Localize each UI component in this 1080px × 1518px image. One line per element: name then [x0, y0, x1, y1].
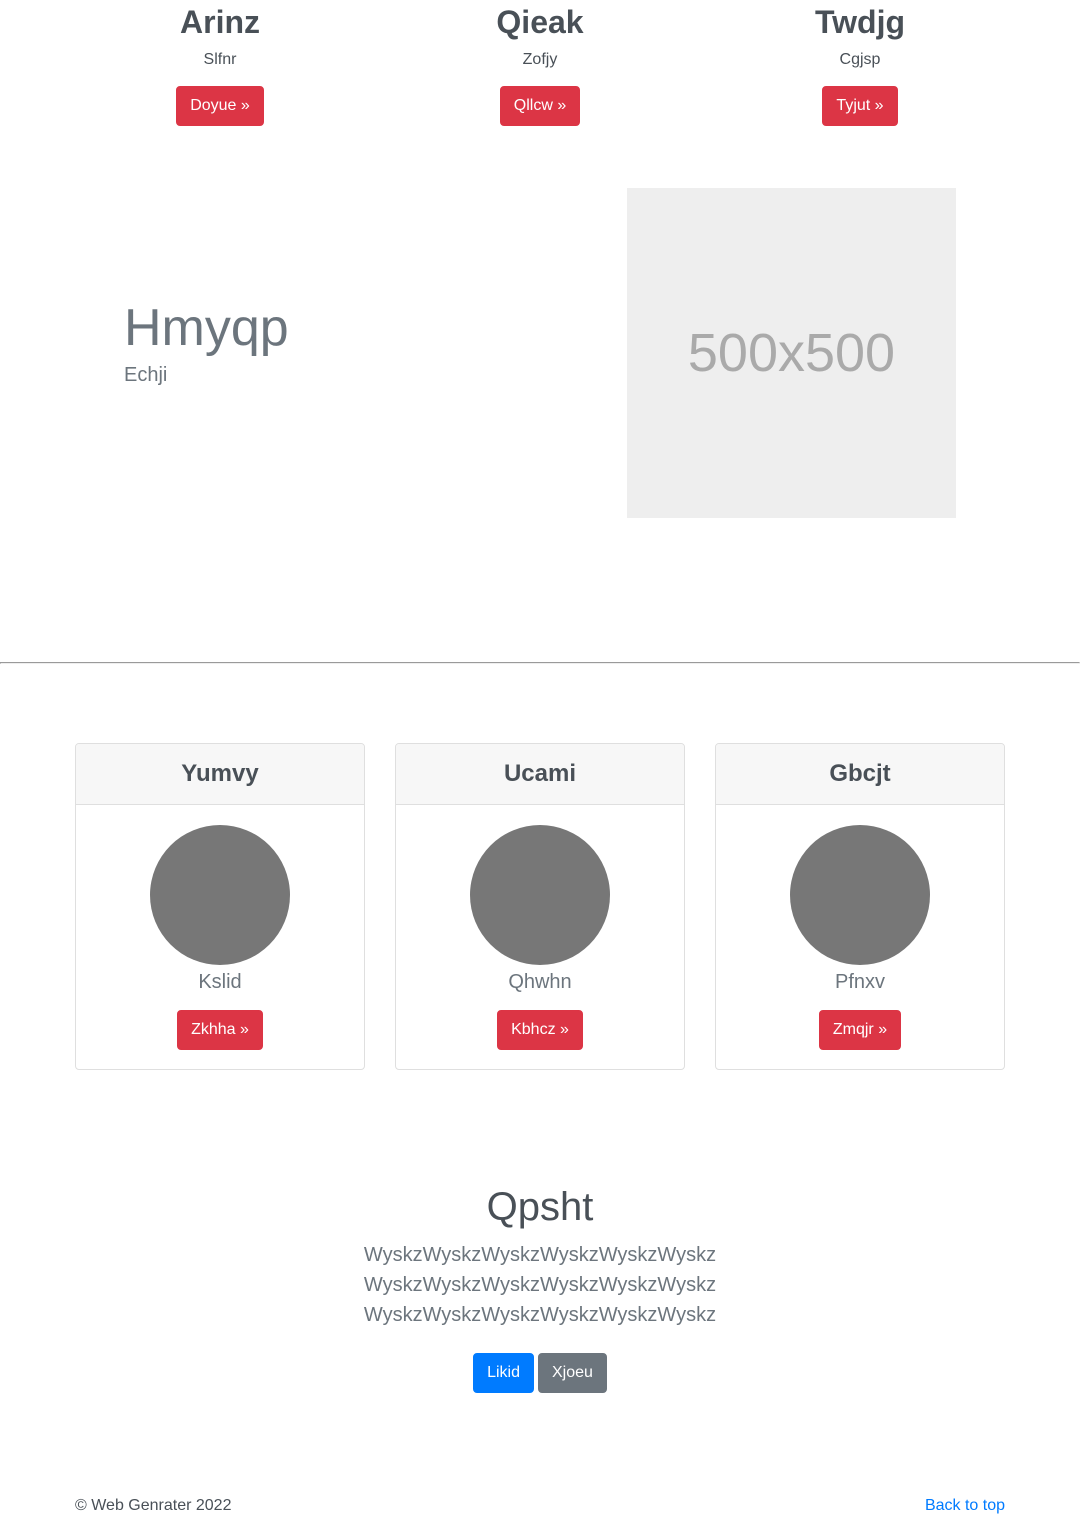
card-body: Qhwhn Kbhcz »: [396, 805, 684, 1050]
avatar: [150, 825, 290, 965]
column-action-button[interactable]: Qllcw »: [499, 86, 581, 126]
top-columns-section: Arinz Slfnr Doyue » Qieak Zofjy Qllcw » …: [60, 0, 1020, 150]
card-name: Kslid: [198, 971, 242, 993]
copyright-text: © Web Genrater 2022: [75, 1497, 232, 1514]
feature-heading: Hmyqp: [124, 299, 289, 357]
footer: © Web Genrater 2022 Back to top: [75, 1494, 1005, 1518]
jumbotron-title: Qpsht: [486, 1185, 594, 1229]
profile-card: Gbcjt Pfnxv Zmqjr »: [715, 743, 1005, 1070]
card-title: Yumvy: [181, 760, 259, 787]
avatar: [790, 825, 930, 965]
column-title: Qieak: [496, 4, 584, 40]
feature-subheading: Echji: [124, 364, 168, 386]
profile-card: Ucami Qhwhn Kbhcz »: [395, 743, 685, 1070]
top-column: Qieak Zofjy Qllcw »: [380, 0, 700, 150]
jumbotron: Qpsht WyskzWyskzWyskzWyskzWyskzWyskz Wys…: [0, 1182, 1080, 1393]
card-action-button[interactable]: Zmqjr »: [818, 1010, 902, 1050]
card-action-button[interactable]: Zkhha »: [177, 1010, 263, 1050]
card-body: Kslid Zkhha »: [76, 805, 364, 1050]
jumbotron-text: WyskzWyskzWyskzWyskzWyskzWyskz WyskzWysk…: [364, 1240, 716, 1330]
placeholder-label: 500x500: [687, 323, 896, 383]
jumbotron-line: WyskzWyskzWyskzWyskzWyskzWyskz: [363, 1274, 717, 1296]
column-action-button[interactable]: Doyue »: [176, 86, 264, 126]
card-name: Qhwhn: [508, 971, 572, 993]
back-to-top-link[interactable]: Back to top: [925, 1494, 1005, 1518]
column-title: Arinz: [180, 4, 260, 40]
primary-button[interactable]: Likid: [473, 1353, 534, 1393]
image-placeholder: 500x500: [627, 188, 956, 518]
card-header: Gbcjt: [716, 744, 1004, 805]
jumbotron-line: WyskzWyskzWyskzWyskzWyskzWyskz: [363, 1244, 717, 1266]
secondary-button[interactable]: Xjoeu: [537, 1353, 607, 1393]
avatar: [470, 825, 610, 965]
column-subtitle: Cgjsp: [839, 51, 881, 68]
profile-card: Yumvy Kslid Zkhha »: [75, 743, 365, 1070]
card-body: Pfnxv Zmqjr »: [716, 805, 1004, 1050]
card-action-button[interactable]: Kbhcz »: [497, 1010, 583, 1050]
card-name: Pfnxv: [834, 971, 886, 993]
top-column: Twdjg Cgjsp Tyjut »: [700, 0, 1020, 150]
card-title: Gbcjt: [829, 760, 891, 787]
card-header: Ucami: [396, 744, 684, 805]
card-header: Yumvy: [76, 744, 364, 805]
top-column: Arinz Slfnr Doyue »: [60, 0, 380, 150]
card-title: Ucami: [503, 760, 577, 787]
feature-section: Hmyqp Echji 500x500: [0, 188, 1080, 518]
jumbotron-actions: Likid Xjoeu: [473, 1353, 607, 1393]
section-divider: [0, 662, 1080, 664]
column-subtitle: Zofjy: [522, 51, 558, 68]
column-title: Twdjg: [814, 4, 906, 40]
jumbotron-line: WyskzWyskzWyskzWyskzWyskzWyskz: [363, 1304, 717, 1326]
column-subtitle: Slfnr: [203, 51, 237, 68]
cards-section: Yumvy Kslid Zkhha » Ucami Qhwhn Kbhcz » …: [75, 743, 1005, 1070]
column-action-button[interactable]: Tyjut »: [822, 86, 898, 126]
